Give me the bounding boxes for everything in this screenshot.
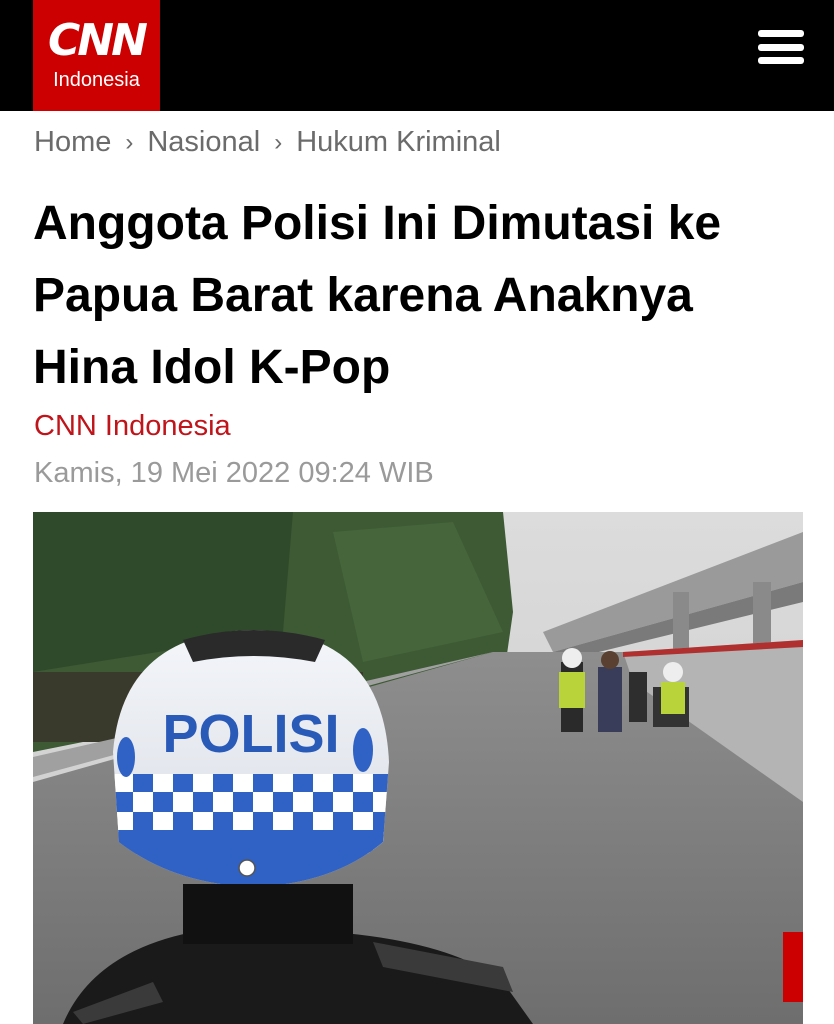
article-title: Anggota Polisi Ini Dimutasi ke Papua Bar… <box>33 197 722 394</box>
breadcrumb-home[interactable]: Home <box>34 126 111 159</box>
breadcrumb-hukum-kriminal[interactable]: Hukum Kriminal <box>296 126 501 159</box>
breadcrumb: Home › Nasional › Hukum Kriminal <box>34 126 501 159</box>
top-navigation-bar: CNN Indonesia <box>0 0 834 111</box>
article-date: Kamis, 19 Mei 2022 09:24 WIB <box>34 457 434 489</box>
logo-mark: CNN <box>48 15 148 66</box>
chevron-right-icon: › <box>274 128 283 156</box>
helmet-label: POLISI <box>162 704 339 764</box>
chevron-right-icon: › <box>125 128 134 156</box>
hamburger-menu-icon[interactable] <box>758 30 804 64</box>
article-source[interactable]: CNN Indonesia <box>34 410 231 443</box>
breadcrumb-nasional[interactable]: Nasional <box>147 126 260 159</box>
cnn-indonesia-logo[interactable]: CNN Indonesia <box>33 0 160 111</box>
logo-subtitle: Indonesia <box>53 69 140 91</box>
article-photo: POLISI <box>33 512 803 1024</box>
